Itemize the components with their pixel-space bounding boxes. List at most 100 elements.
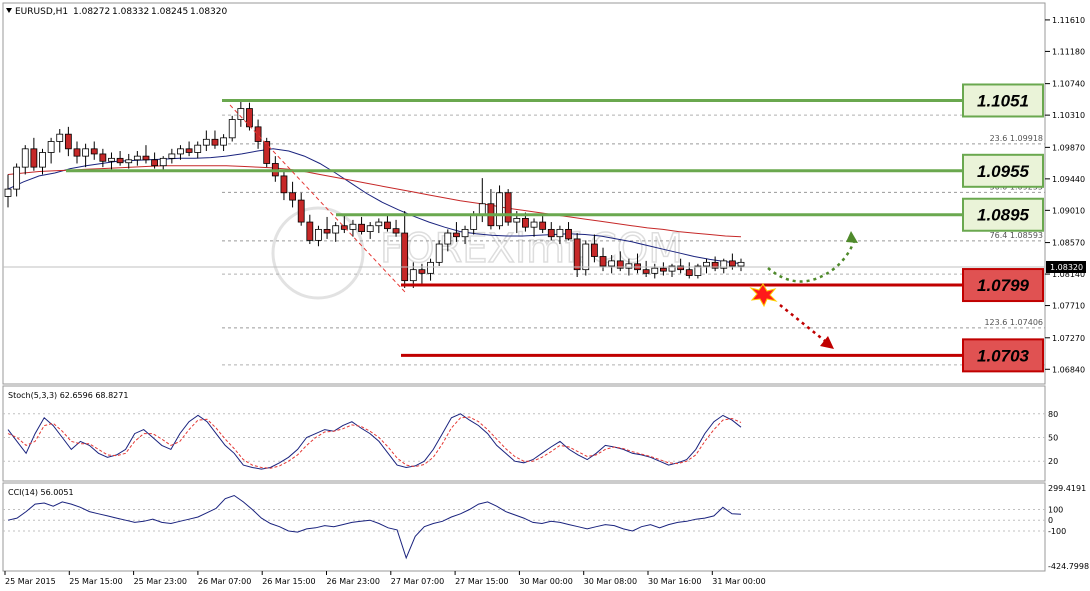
low-value: 1.08245 [151,7,188,17]
candle [228,115,236,142]
candle-body [315,228,322,241]
price-tick-label: 1.09010 [1052,206,1085,215]
candle-body [177,148,184,155]
level-label: 1.0895 [977,206,1030,225]
level-label: 1.1051 [977,91,1029,110]
price-tick-label: 1.09870 [1052,143,1085,152]
cci-title: CCI(14) 56.0051 [8,488,74,497]
candle-body [297,199,305,223]
candle-body [582,243,590,271]
candle-body [254,126,262,142]
trading-chart[interactable]: EURUSD,H1 1.08272 1.08332 1.08245 1.0832… [0,0,1090,591]
candle-body [496,192,503,227]
candle-body [4,188,12,197]
candle-body [30,148,38,168]
candle-body [591,243,598,257]
candle-body [427,261,434,274]
candle-body [358,223,365,232]
candle-body [547,228,555,238]
time-tick-label: 27 Mar 15:00 [455,577,508,586]
candle-body [280,175,288,194]
candle-body [220,137,227,146]
candle-body [539,221,547,230]
stoch-tick-label: 80 [1048,410,1058,419]
cci-tick-label: -100 [1048,527,1066,536]
candle-body [366,225,374,232]
time-tick-label: 25 Mar 23:00 [134,577,187,586]
candle-body [478,203,486,216]
candle-body [392,228,400,234]
candle-body [565,228,572,240]
candle-body [728,260,736,267]
candle-body [263,141,271,164]
price-tick-label: 1.10310 [1052,111,1085,120]
time-tick-label: 25 Mar 2015 [5,577,56,586]
candle-body [246,108,253,128]
candle-body [142,155,150,161]
candle-body [73,148,81,157]
price-tick-label: 1.07710 [1052,302,1085,311]
candle [435,240,443,267]
candle-body [651,267,659,274]
level-label: 1.0955 [977,162,1030,181]
candle-body [133,155,141,161]
cci-tick-label: 299.4191 [1048,484,1086,493]
price-tick-label: 1.11610 [1052,16,1085,25]
price-tick-label: 1.08570 [1052,239,1085,248]
candle-body [504,192,512,223]
candle-body [185,148,193,153]
price-tick-label: 1.09440 [1052,175,1085,184]
time-tick-label: 27 Mar 07:00 [391,577,444,586]
candle-body [56,133,64,142]
candle-body [573,238,581,271]
candle-body [409,269,417,282]
candle-body [556,228,564,238]
time-tick-label: 31 Mar 00:00 [712,577,765,586]
candle-body [237,108,245,120]
current-price-label: 1.08320 [1050,263,1083,272]
time-tick-label: 30 Mar 00:00 [519,577,572,586]
price-tick-label: 1.10740 [1052,80,1085,89]
candle-body [168,153,176,159]
candle-body [659,267,667,272]
candle-body [461,228,469,238]
candle-body [323,228,331,234]
candle-body [599,256,607,267]
candle-body [349,223,357,230]
candle-body [47,141,55,153]
open-value: 1.08272 [73,7,110,17]
symbol-label: EURUSD,H1 [15,7,68,17]
time-tick-label: 26 Mar 07:00 [198,577,251,586]
candle-body [703,261,710,267]
candle-body [159,157,167,167]
candle-body [444,232,452,245]
candle-body [202,138,210,146]
candle-body [99,153,107,162]
level-label: 1.0799 [977,276,1030,295]
price-tick-label: 1.07270 [1052,334,1085,343]
cci-tick-label: 0 [1048,516,1053,525]
candle-body [685,269,693,276]
candle-body [625,263,633,269]
candle-body [289,192,296,201]
stoch-tick-label: 50 [1048,434,1058,443]
fib-label: 23.6 1.09918 [990,134,1043,143]
candle-body [116,157,124,164]
candle-body [13,166,21,190]
cci-tick-label: 100 [1048,505,1063,514]
candle-body [435,243,443,263]
candle-body [151,159,159,167]
candle [504,189,512,226]
time-tick-label: 26 Mar 23:00 [327,577,380,586]
candle-body [39,152,46,168]
price-tick-label: 1.11180 [1052,47,1085,56]
chart-header: EURUSD,H1 1.08272 1.08332 1.08245 1.0832… [6,7,227,17]
candle-body [530,221,538,228]
time-tick-label: 26 Mar 15:00 [262,577,315,586]
close-value: 1.08320 [190,7,227,17]
candle-body [332,225,340,234]
candle-body [608,260,616,267]
high-value: 1.08332 [112,7,149,17]
candle-body [418,269,426,274]
candle-body [306,221,314,241]
